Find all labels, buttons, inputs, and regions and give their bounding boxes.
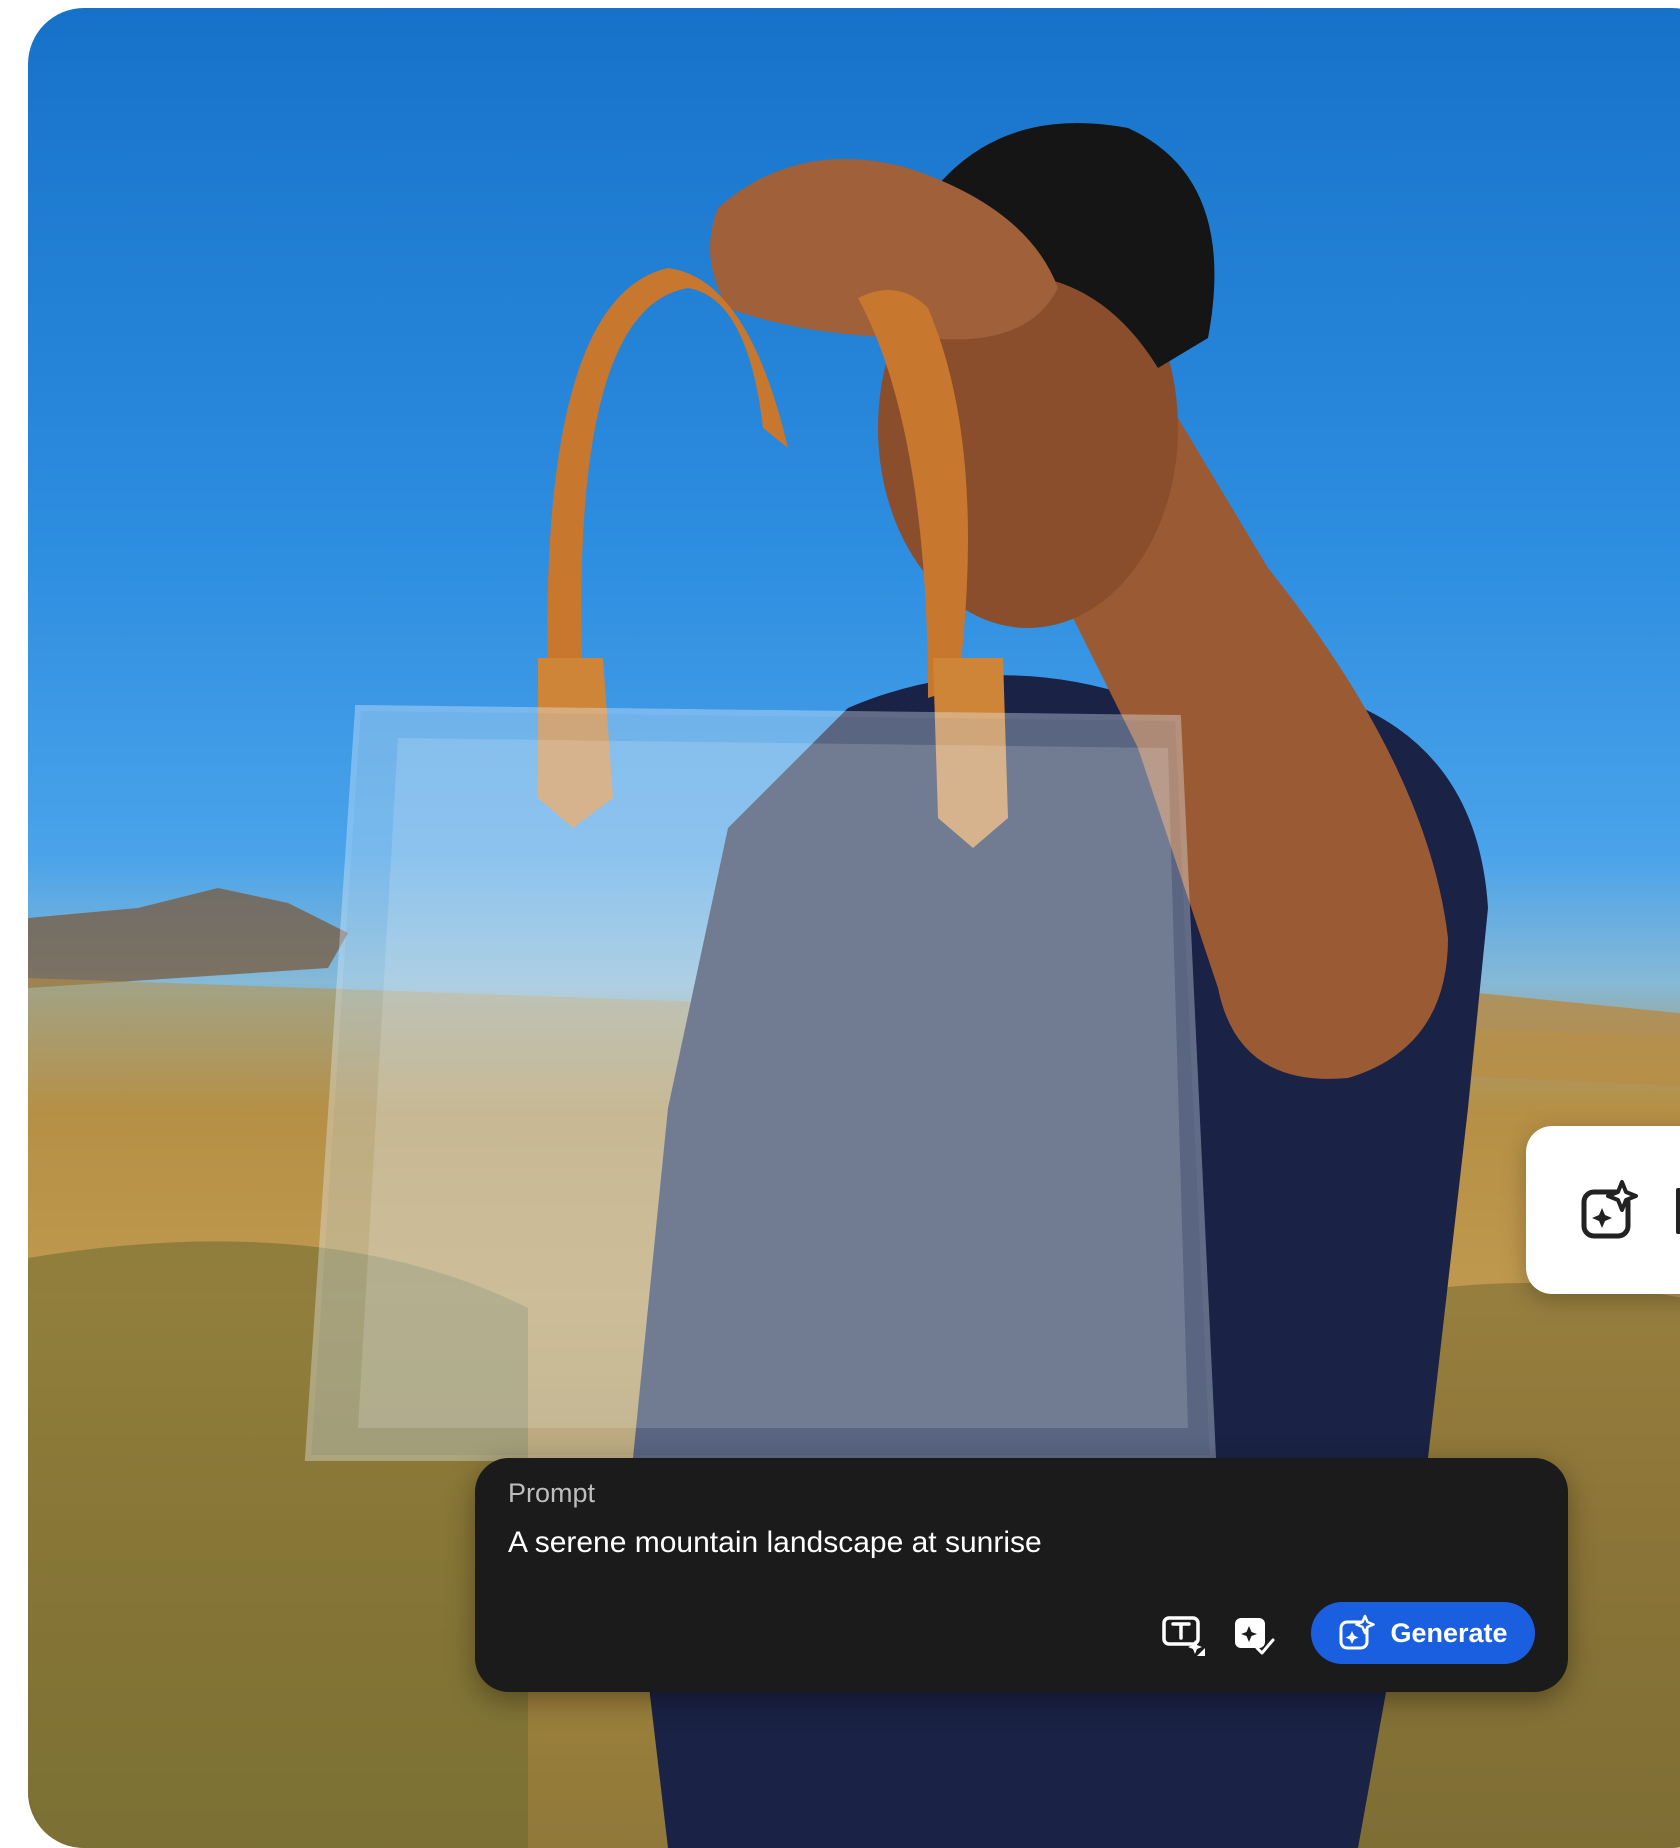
prompt-panel: Prompt A serene mountain landscape at su… (475, 1458, 1568, 1692)
generate-sparkle-icon (1339, 1614, 1376, 1650)
side-generate-card[interactable] (1526, 1126, 1680, 1294)
prompt-input[interactable]: A serene mountain landscape at sunrise (508, 1526, 1042, 1560)
generate-button[interactable]: Generate (1311, 1602, 1535, 1664)
prompt-label: Prompt (508, 1478, 596, 1508)
generate-sparkle-icon (1581, 1180, 1638, 1239)
style-reference-button[interactable] (1227, 1608, 1279, 1660)
text-effects-button[interactable] (1157, 1608, 1209, 1660)
generate-label: Generate (1390, 1617, 1508, 1648)
side-card-text-fragment (1676, 1188, 1680, 1234)
text-effects-icon (1162, 1616, 1205, 1656)
style-reference-icon (1235, 1618, 1275, 1655)
